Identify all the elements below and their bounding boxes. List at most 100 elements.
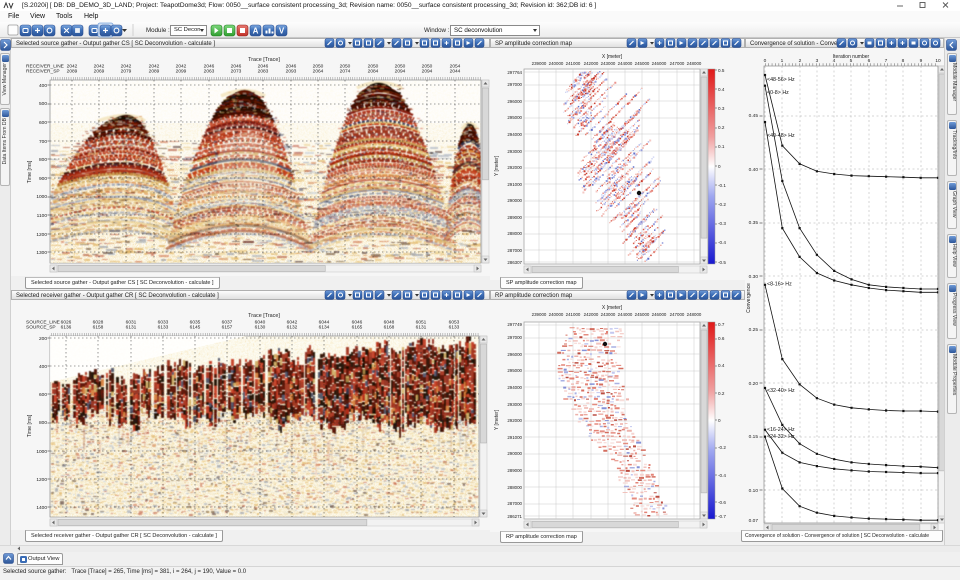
svg-text:0.5: 0.5	[718, 68, 725, 73]
svg-text:6165: 6165	[352, 325, 363, 331]
svg-text:6132: 6132	[287, 325, 298, 331]
svg-text:0.35: 0.35	[749, 220, 759, 226]
svg-text:0.2: 0.2	[718, 125, 725, 130]
svg-text:Time [ms]: Time [ms]	[27, 160, 33, 183]
svg-text:Convergence: Convergence	[746, 283, 752, 313]
svg-text:0.4: 0.4	[718, 87, 725, 92]
svg-text:800: 800	[39, 420, 47, 426]
svg-text:Time [ms]: Time [ms]	[27, 414, 33, 437]
svg-text:-0.3: -0.3	[718, 221, 726, 226]
svg-text:294000: 294000	[507, 132, 522, 137]
svg-text:V: V	[279, 27, 285, 36]
svg-text:6136: 6136	[61, 325, 72, 331]
svg-text:7: 7	[885, 58, 888, 64]
svg-text:2069: 2069	[94, 69, 105, 75]
svg-text:2064: 2064	[313, 69, 324, 75]
svg-text:1200: 1200	[36, 477, 47, 483]
svg-text:2073: 2073	[231, 69, 242, 75]
svg-text:245000: 245000	[635, 61, 650, 66]
svg-text:246000: 246000	[652, 312, 667, 317]
svg-text:400: 400	[39, 83, 47, 89]
svg-text:0.7: 0.7	[718, 322, 725, 327]
svg-text:0.2: 0.2	[718, 391, 725, 396]
svg-text:-0.6: -0.6	[718, 500, 726, 505]
svg-text:247000: 247000	[670, 61, 685, 66]
svg-text:600: 600	[39, 120, 47, 126]
svg-text:0: 0	[718, 164, 721, 169]
svg-text:0: 0	[764, 58, 767, 64]
svg-text:247000: 247000	[670, 312, 685, 317]
svg-text:0.1: 0.1	[718, 144, 725, 149]
svg-text:500: 500	[39, 101, 47, 107]
svg-text:288000: 288000	[507, 485, 522, 490]
svg-text:0.6: 0.6	[718, 336, 725, 341]
svg-text:900: 900	[39, 176, 47, 182]
svg-text:296000: 296000	[507, 352, 522, 357]
svg-text:2063: 2063	[204, 69, 215, 75]
svg-text:6158: 6158	[93, 325, 104, 331]
svg-text:240000: 240000	[549, 312, 564, 317]
svg-text:600: 600	[39, 392, 47, 398]
svg-text:0.25: 0.25	[749, 327, 759, 333]
svg-text:297000: 297000	[507, 82, 522, 87]
svg-text:1400: 1400	[36, 505, 47, 511]
svg-text:6157: 6157	[222, 325, 233, 331]
svg-text:6133: 6133	[158, 325, 169, 331]
svg-text:2089: 2089	[67, 69, 78, 75]
svg-text:2099: 2099	[176, 69, 187, 75]
svg-text:2084: 2084	[368, 69, 379, 75]
svg-text:243000: 243000	[601, 312, 616, 317]
svg-text:2: 2	[799, 58, 802, 64]
svg-text:6168: 6168	[384, 325, 395, 331]
svg-text:6130: 6130	[255, 325, 266, 331]
svg-text:246000: 246000	[652, 61, 667, 66]
svg-text:400: 400	[39, 364, 47, 370]
svg-text:242000: 242000	[584, 61, 599, 66]
svg-text:287000: 287000	[507, 501, 522, 506]
svg-text:6133: 6133	[449, 325, 460, 331]
svg-text:0.45: 0.45	[749, 113, 759, 119]
svg-text:0.3: 0.3	[718, 106, 725, 111]
svg-text:1000: 1000	[36, 194, 47, 200]
svg-text:X [meter]: X [meter]	[602, 54, 623, 60]
svg-text:8: 8	[902, 58, 905, 64]
svg-text:2044: 2044	[450, 69, 461, 75]
svg-text:293000: 293000	[507, 149, 522, 154]
svg-text:6131: 6131	[126, 325, 137, 331]
svg-text:290000: 290000	[507, 198, 522, 203]
svg-text:292000: 292000	[507, 418, 522, 423]
svg-text:1: 1	[781, 58, 784, 64]
svg-text:0.10: 0.10	[749, 488, 759, 494]
svg-text:241000: 241000	[566, 312, 581, 317]
svg-text:289000: 289000	[507, 468, 522, 473]
svg-text:<32-40> Hz: <32-40> Hz	[767, 388, 795, 394]
svg-text:A: A	[253, 27, 259, 36]
svg-text:291000: 291000	[507, 182, 522, 187]
svg-text:294000: 294000	[507, 385, 522, 390]
svg-text:243000: 243000	[601, 61, 616, 66]
svg-text:-0.5: -0.5	[718, 260, 726, 265]
svg-text:290000: 290000	[507, 451, 522, 456]
svg-text:296000: 296000	[507, 99, 522, 104]
svg-text:286307: 286307	[507, 260, 522, 265]
svg-text:248000: 248000	[687, 61, 702, 66]
svg-text:<48-56> Hz: <48-56> Hz	[767, 77, 795, 83]
svg-text:Y [meter]: Y [meter]	[494, 409, 500, 430]
svg-text:-0.4: -0.4	[718, 240, 726, 245]
svg-text:800: 800	[39, 157, 47, 163]
svg-text:291000: 291000	[507, 435, 522, 440]
svg-text:241000: 241000	[566, 61, 581, 66]
svg-text:Trace [Trace]: Trace [Trace]	[248, 57, 280, 63]
svg-text:9: 9	[920, 58, 923, 64]
svg-text:288000: 288000	[507, 231, 522, 236]
svg-text:244000: 244000	[618, 61, 633, 66]
svg-text:0.20: 0.20	[749, 381, 759, 387]
svg-text:2079: 2079	[121, 69, 132, 75]
svg-text:0.30: 0.30	[749, 274, 759, 280]
svg-text:Trace [Trace]: Trace [Trace]	[248, 313, 280, 319]
svg-text:200: 200	[39, 336, 47, 342]
svg-text:248000: 248000	[687, 312, 702, 317]
svg-text:292000: 292000	[507, 165, 522, 170]
svg-text:3: 3	[816, 58, 819, 64]
svg-text:297764: 297764	[507, 70, 522, 75]
